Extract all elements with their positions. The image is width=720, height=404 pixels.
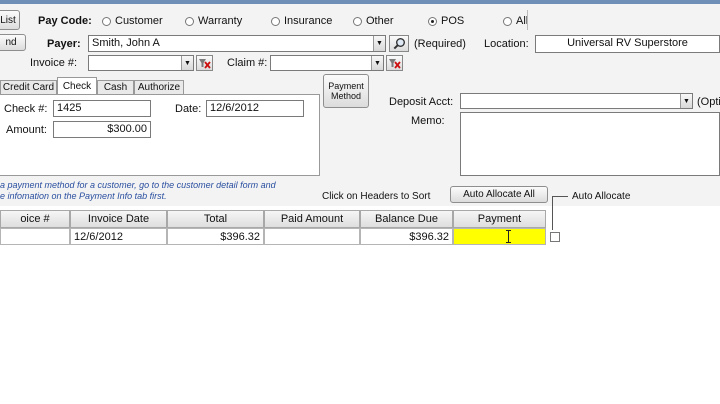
auto-allocate-connector-v <box>552 196 553 230</box>
pay-code-radio-pos[interactable]: POS <box>428 15 464 27</box>
text-cursor-icon <box>505 230 512 243</box>
deposit-account-select[interactable]: ▼ <box>460 93 693 109</box>
payer-select[interactable]: Smith, John A ▼ <box>88 35 386 52</box>
radio-pos-label: POS <box>441 15 465 27</box>
radio-other-icon <box>353 16 362 26</box>
claim-clear-button[interactable] <box>386 55 403 71</box>
cell-payment-input[interactable] <box>453 228 546 245</box>
pay-code-radio-other[interactable]: Other <box>353 15 394 27</box>
deposit-optional-note: (Optio <box>697 96 720 108</box>
sort-hint: Click on Headers to Sort <box>322 191 431 202</box>
auto-allocate-all-button[interactable]: Auto Allocate All <box>450 186 548 203</box>
deposit-account-label: Deposit Acct: <box>389 96 454 108</box>
pay-code-radio-all[interactable]: All <box>503 15 528 27</box>
payer-search-button[interactable] <box>389 35 409 52</box>
check-number-label: Check #: <box>4 103 48 115</box>
clear-filter-icon <box>199 59 211 69</box>
tab-credit-card[interactable]: Credit Card <box>0 80 57 94</box>
magnifier-search-icon <box>393 38 405 50</box>
tab-credit-card-label: Credit Card <box>2 82 55 93</box>
find-button-label: nd <box>5 37 17 48</box>
location-label: Location: <box>484 38 529 50</box>
tab-check[interactable]: Check <box>57 77 97 94</box>
payment-method-line1: Payment <box>328 81 364 91</box>
memo-textarea[interactable] <box>460 112 720 176</box>
radio-other-label: Other <box>366 15 394 27</box>
cell-invoice-number <box>0 228 70 245</box>
payer-required-note: (Required) <box>414 38 466 50</box>
claim-value <box>271 56 371 70</box>
column-header-invoice-number[interactable]: oice # <box>0 210 70 228</box>
column-header-paid-amount[interactable]: Paid Amount <box>264 210 360 228</box>
column-header-total[interactable]: Total <box>167 210 264 228</box>
location-field[interactable]: Universal RV Superstore <box>535 35 720 53</box>
radio-customer-icon <box>102 16 111 26</box>
memo-label: Memo: <box>411 115 445 127</box>
pay-code-radio-customer[interactable]: Customer <box>102 15 163 27</box>
pay-code-label: Pay Code: <box>38 15 92 27</box>
column-header-balance-due[interactable]: Balance Due <box>360 210 453 228</box>
deposit-account-value <box>461 94 680 108</box>
hint-line-1: a payment method for a customer, go to t… <box>0 180 276 190</box>
auto-allocate-connector-h <box>552 196 568 197</box>
hint-line-2: e infomation on the Payment Info tab fir… <box>0 191 167 201</box>
pay-code-radio-insurance[interactable]: Insurance <box>271 15 332 27</box>
invoice-select[interactable]: ▼ <box>88 55 194 71</box>
payer-dropdown-chevron-icon[interactable]: ▼ <box>373 36 385 51</box>
auto-allocate-row-checkbox[interactable] <box>550 232 560 242</box>
list-button-label: List <box>0 14 16 26</box>
radio-all-icon <box>503 16 512 26</box>
radio-warranty-label: Warranty <box>198 15 243 27</box>
amount-label: Amount: <box>6 124 47 136</box>
payment-method-button[interactable]: Payment Method <box>323 74 369 108</box>
check-date-label: Date: <box>175 103 202 115</box>
column-header-payment[interactable]: Payment <box>453 210 546 228</box>
tab-cash-label: Cash <box>103 82 128 93</box>
claim-dropdown-chevron-icon[interactable]: ▼ <box>371 56 383 70</box>
radio-insurance-icon <box>271 16 280 26</box>
find-button[interactable]: nd <box>0 34 26 51</box>
clear-filter-icon <box>389 59 401 69</box>
pay-code-radio-warranty[interactable]: Warranty <box>185 15 242 27</box>
radio-warranty-icon <box>185 16 194 26</box>
radio-insurance-label: Insurance <box>284 15 333 27</box>
invoice-label: Invoice #: <box>30 57 78 69</box>
cell-invoice-date: 12/6/2012 <box>70 228 167 245</box>
auto-allocate-all-label: Auto Allocate All <box>463 189 535 200</box>
pay-code-divider <box>527 10 528 30</box>
check-date-field[interactable]: 12/6/2012 <box>206 100 304 117</box>
auto-allocate-label: Auto Allocate <box>572 191 631 202</box>
invoice-dropdown-chevron-icon[interactable]: ▼ <box>181 56 193 70</box>
cell-paid-amount <box>264 228 360 245</box>
cell-balance-due: $396.32 <box>360 228 453 245</box>
tab-check-label: Check <box>62 80 92 92</box>
deposit-dropdown-chevron-icon[interactable]: ▼ <box>680 94 692 108</box>
payer-value: Smith, John A <box>92 37 160 49</box>
payment-method-hint: a payment method for a customer, go to t… <box>0 180 276 202</box>
radio-customer-label: Customer <box>115 15 163 27</box>
radio-pos-icon <box>428 16 437 26</box>
tab-authorize[interactable]: Authorize <box>134 80 184 94</box>
cell-total: $396.32 <box>167 228 264 245</box>
claim-label: Claim #: <box>227 57 268 69</box>
payer-label: Payer: <box>47 38 81 50</box>
tab-authorize-label: Authorize <box>137 82 181 93</box>
amount-field[interactable]: $300.00 <box>53 121 151 138</box>
payment-method-line2: Method <box>330 91 362 101</box>
tab-cash[interactable]: Cash <box>97 80 134 94</box>
invoice-clear-button[interactable] <box>196 55 213 71</box>
check-number-field[interactable]: 1425 <box>53 100 151 117</box>
claim-select[interactable]: ▼ <box>270 55 384 71</box>
column-header-invoice-date[interactable]: Invoice Date <box>70 210 167 228</box>
list-button[interactable]: List <box>0 10 20 30</box>
invoice-value <box>89 56 181 70</box>
